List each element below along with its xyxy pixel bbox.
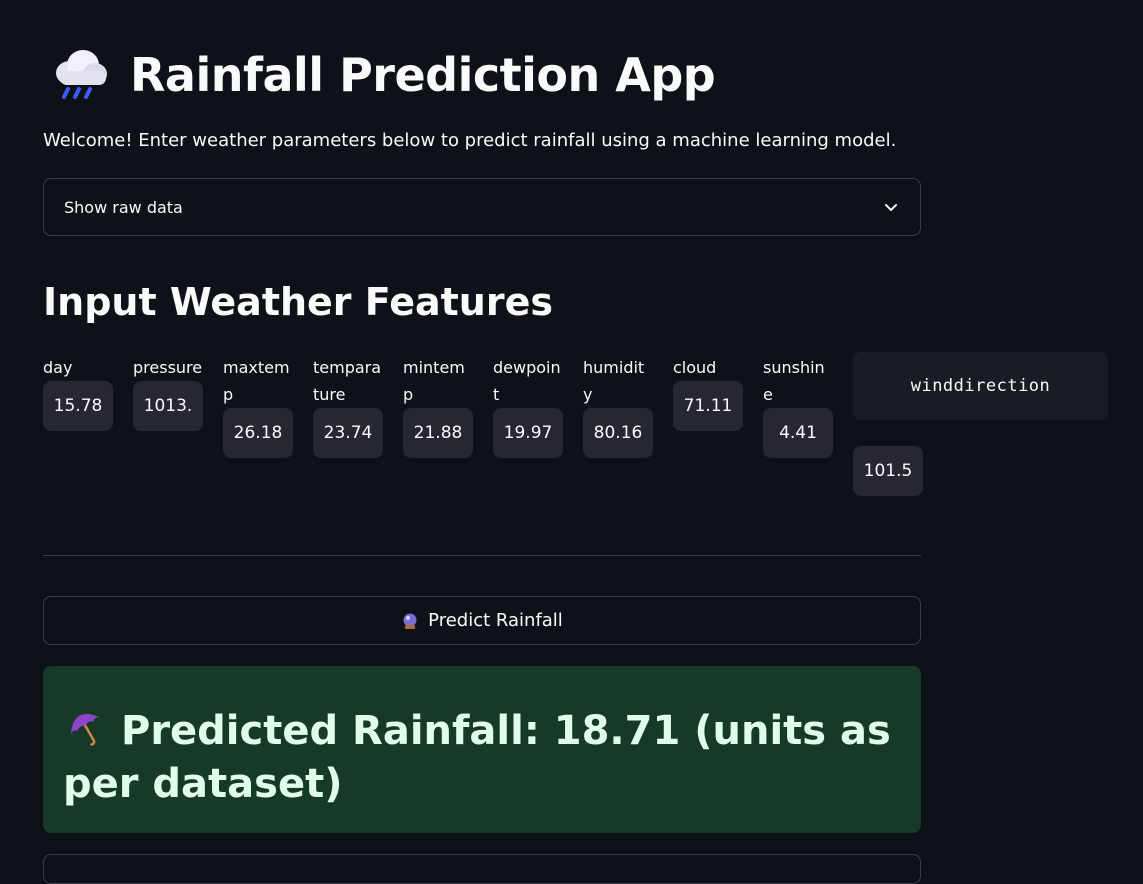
feature-label: cloud xyxy=(673,358,717,377)
feature-label: mintemp xyxy=(403,358,465,404)
feature-humidity: humidity 80.16 xyxy=(583,354,653,458)
prediction-text: Predicted Rainfall: 18.71 (units as per … xyxy=(63,708,891,807)
feature-input[interactable]: 26.18 xyxy=(223,408,293,458)
section-title: Input Weather Features xyxy=(43,280,553,324)
feature-sunshine: sunshine 4.41 xyxy=(763,354,833,458)
feature-cloud: cloud 71.11 xyxy=(673,354,743,431)
predict-button-label: Predict Rainfall xyxy=(428,610,563,631)
feature-pressure: pressure 1013. xyxy=(133,354,203,431)
feature-maxtemp: maxtemp 26.18 xyxy=(223,354,293,458)
feature-input[interactable]: 15.78 xyxy=(43,381,113,431)
cloud-with-rain-icon xyxy=(50,45,110,105)
feature-label: sunshine xyxy=(763,358,825,404)
feature-label: humidity xyxy=(583,358,645,404)
crystal-ball-icon xyxy=(401,612,419,630)
umbrella-icon xyxy=(63,704,109,750)
feature-input[interactable]: 71.11 xyxy=(673,381,743,431)
feature-label: pressure xyxy=(133,358,203,377)
feature-input[interactable]: 23.74 xyxy=(313,408,383,458)
feature-label: day xyxy=(43,358,73,377)
page-header: Rainfall Prediction App xyxy=(50,40,716,110)
feature-input[interactable]: 21.88 xyxy=(403,408,473,458)
feature-input[interactable]: 4.41 xyxy=(763,408,833,458)
feature-day: day 15.78 xyxy=(43,354,113,431)
feature-input[interactable]: 80.16 xyxy=(583,408,653,458)
welcome-text: Welcome! Enter weather parameters below … xyxy=(43,130,897,151)
predict-rainfall-button[interactable]: Predict Rainfall xyxy=(43,596,921,645)
feature-input[interactable]: 19.97 xyxy=(493,408,563,458)
winddirection-label: winddirection xyxy=(853,352,1108,420)
prediction-result: Predicted Rainfall: 18.71 (units as per … xyxy=(43,666,921,833)
page-title: Rainfall Prediction App xyxy=(130,48,716,102)
feature-label: maxtemp xyxy=(223,358,290,404)
bottom-container xyxy=(43,854,921,884)
feature-dewpoint: dewpoint 19.97 xyxy=(493,354,563,458)
feature-label: temparature xyxy=(313,358,382,404)
feature-input[interactable]: 1013. xyxy=(133,381,203,431)
feature-mintemp: mintemp 21.88 xyxy=(403,354,473,458)
show-raw-data-expander[interactable]: Show raw data xyxy=(43,178,921,236)
divider xyxy=(43,555,921,556)
winddirection-input[interactable]: 101.5 xyxy=(853,446,923,496)
feature-temparature: temparature 23.74 xyxy=(313,354,383,458)
chevron-down-icon xyxy=(882,198,900,216)
expander-label: Show raw data xyxy=(64,197,183,217)
feature-label: dewpoint xyxy=(493,358,561,404)
